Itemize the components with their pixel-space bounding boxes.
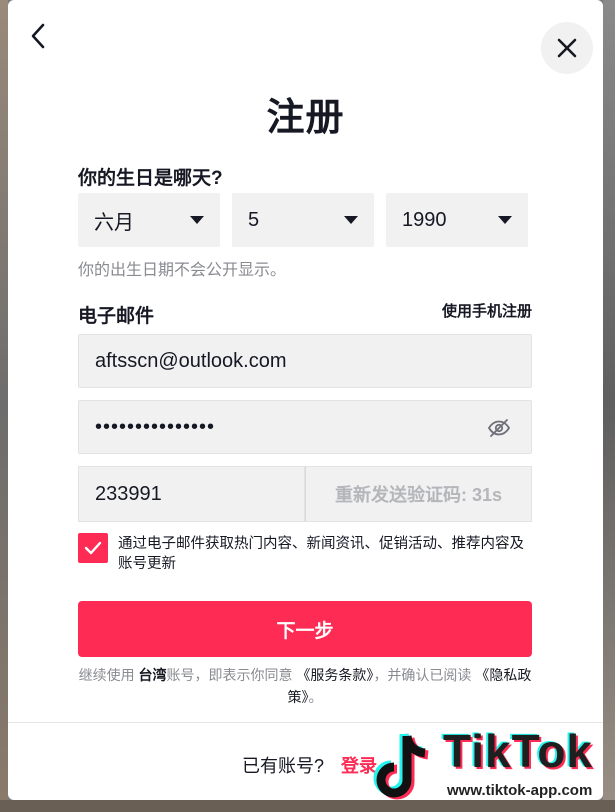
back-button[interactable] [22,18,54,54]
footer-divider [8,722,603,723]
password-field[interactable]: ••••••••••••••• [78,400,532,454]
use-phone-link[interactable]: 使用手机注册 [442,300,532,321]
close-button[interactable] [541,22,593,74]
next-button[interactable]: 下一步 [78,601,532,657]
legal-notice: 继续使用 台湾账号，即表示你同意 《服务条款》，并确认已阅读 《隐私政策》。 [78,664,532,708]
background-strip-right [603,0,615,812]
email-field[interactable]: aftsscn@outlook.com [78,334,532,388]
close-icon [557,38,577,58]
checkmark-icon [84,541,102,555]
email-value: aftsscn@outlook.com [95,349,287,372]
caret-down-icon [344,216,358,224]
birthday-label: 你的生日是哪天? [78,168,223,189]
legal-prefix: 继续使用 [78,667,135,683]
page-title: 注册 [266,97,345,139]
birth-day-select[interactable]: 5 [232,193,374,247]
tiktok-note-icon [373,733,429,800]
birthday-hint: 你的出生日期不会公开显示。 [78,262,287,279]
verification-code-value: 233991 [95,482,162,505]
watermark-brand: TikTok [443,725,593,777]
email-label: 电子邮件 [78,306,155,327]
birth-day-value: 5 [248,208,260,231]
terms-of-service-link[interactable]: 《服务条款》 [296,667,373,683]
verification-code-field[interactable]: 233991 [78,466,305,522]
legal-after-terms: ，并确认已阅读 [373,667,472,683]
birth-month-value: 六月 [94,211,134,234]
birth-month-select[interactable]: 六月 [78,193,220,247]
signup-modal: 注册 你的生日是哪天? 六月 5 1990 你的出生日期不会公开显示。 电子邮件… [8,0,603,800]
marketing-consent-checkbox[interactable] [78,533,108,563]
caret-down-icon [190,216,204,224]
watermark-url: www.tiktok-app.com [447,782,593,799]
caret-down-icon [498,216,512,224]
marketing-consent-text: 通过电子邮件获取热门内容、新闻资讯、促销活动、推荐内容及账号更新 [118,536,524,572]
tiktok-watermark: TikTok www.tiktok-app.com [365,724,615,812]
resend-code-button[interactable]: 重新发送验证码: 31s [305,466,532,522]
password-value: ••••••••••••••• [95,415,216,438]
have-account-prompt: 已有账号? [242,756,325,776]
legal-middle: 账号，即表示你同意 [166,667,293,683]
birth-year-select[interactable]: 1990 [386,193,528,247]
legal-region: 台湾 [138,667,167,683]
legal-suffix: 。 [308,689,323,705]
eye-hidden-icon[interactable] [487,416,511,440]
chevron-left-icon [31,23,45,49]
background-strip-left [0,0,8,812]
birth-year-value: 1990 [402,208,447,231]
